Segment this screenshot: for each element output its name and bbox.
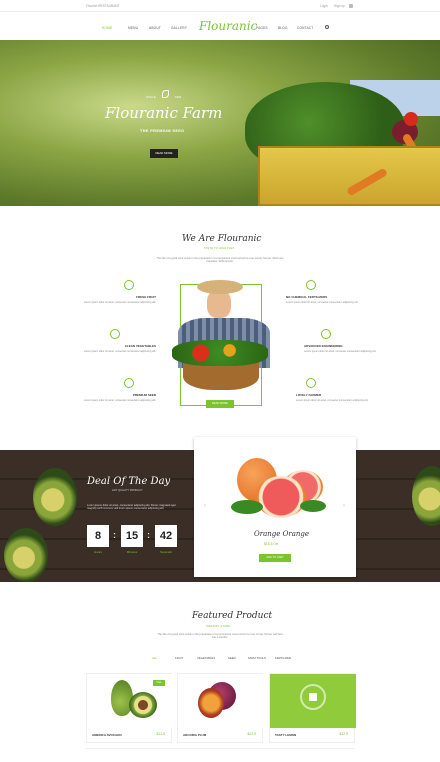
feature-fresh-fruit: FRESH FRUIT Lorem ipsum dolor sit amet, … bbox=[36, 295, 156, 305]
featured-title: Featured Product bbox=[192, 611, 273, 621]
farmer-icon bbox=[306, 378, 316, 388]
about-title: We Are Flouranic bbox=[182, 234, 262, 244]
product-name: ARCOIRA PLUM bbox=[183, 733, 207, 737]
tab-fertilizer[interactable]: FERTILIZER bbox=[275, 656, 291, 660]
hero-since: SINCE bbox=[146, 95, 157, 99]
top-bar: Flourish RESTAURANT Login Sign up bbox=[0, 0, 440, 12]
nav-pages[interactable]: PAGES bbox=[256, 26, 268, 30]
hero-crate-image bbox=[258, 146, 440, 206]
hero-tomato-image bbox=[404, 112, 418, 126]
welcome-text: Flourish RESTAURANT bbox=[86, 4, 120, 8]
product-card-lemon[interactable]: TASTY LEMON $12.9 bbox=[269, 673, 356, 743]
search-icon[interactable] bbox=[325, 25, 329, 29]
feature-text: Lorem ipsum dolor sit amet, consectet co… bbox=[83, 350, 156, 354]
hero-read-more-button[interactable]: READ MORE bbox=[150, 149, 178, 158]
deal-product-price: $15.5 / lb bbox=[264, 542, 278, 546]
farmer-hat bbox=[197, 280, 243, 294]
countdown-seconds-label: Seconds bbox=[160, 550, 172, 554]
nav-gallery[interactable]: GALLERY bbox=[171, 26, 187, 30]
product-price: $12.9 bbox=[247, 732, 257, 736]
tab-seed[interactable]: SEED bbox=[228, 656, 236, 660]
chevron-left-icon[interactable]: ‹ bbox=[204, 503, 206, 509]
about-read-more-button[interactable]: READ MORE bbox=[206, 400, 234, 408]
deal-product-name: Orange Orange bbox=[254, 530, 310, 538]
hero-year: 1994 bbox=[175, 95, 182, 99]
feature-title: NO CHEMICAL FERTILIZERS bbox=[286, 295, 328, 299]
product-price: $12.9 bbox=[156, 732, 166, 736]
feature-title: LOVELY FARMER bbox=[296, 393, 322, 397]
leaf-decoration bbox=[300, 500, 326, 512]
feature-text: Lorem ipsum dolor sit amet, consectet co… bbox=[83, 399, 156, 403]
deal-paragraph: Lorem ipsum dolor sit amet, consectetur … bbox=[87, 504, 176, 511]
countdown-hours-label: Hours bbox=[93, 550, 102, 554]
featured-subtitle: ORGANIC STORE bbox=[206, 625, 231, 628]
countdown-seconds: 42 bbox=[155, 525, 177, 547]
feature-title: PREMIUM SEED bbox=[132, 393, 156, 397]
countdown-minutes: 15 bbox=[121, 525, 143, 547]
avocado-image bbox=[4, 528, 48, 582]
feature-premium-seed: PREMIUM SEED Lorem ipsum dolor sit amet,… bbox=[36, 393, 156, 403]
tab-farm-tools[interactable]: FARM TOOLS bbox=[248, 656, 266, 660]
countdown-hours: 8 bbox=[87, 525, 109, 547]
engineering-icon bbox=[321, 329, 331, 339]
nav-home[interactable]: HOME bbox=[102, 26, 112, 30]
countdown-minutes-label: Minutes bbox=[126, 550, 138, 554]
feature-text: Lorem ipsum dolor sit amet, consectet co… bbox=[296, 399, 369, 403]
farmer-face bbox=[207, 290, 231, 318]
feature-title: ADVANCED ENGINEERING bbox=[304, 344, 343, 348]
main-nav: HOME MENU ABOUT GALLERY Flouranic PAGES … bbox=[0, 12, 440, 40]
product-price: $12.9 bbox=[339, 732, 349, 736]
feature-clean-vegetables: CLEAN VEGETABLES Lorem ipsum dolor sit a… bbox=[36, 344, 156, 354]
cart-icon[interactable] bbox=[349, 3, 353, 8]
product-image bbox=[270, 674, 356, 728]
countdown-separator: : bbox=[113, 530, 116, 540]
hero-subtitle: THE PREMIUM SEED bbox=[140, 129, 185, 133]
product-name: AMERICA AVOCADO bbox=[92, 733, 122, 737]
countdown-separator: : bbox=[147, 530, 150, 540]
signup-link[interactable]: Sign up bbox=[334, 4, 345, 8]
nav-about[interactable]: ABOUT bbox=[149, 26, 161, 30]
product-card-plum[interactable]: ARCOIRA PLUM $12.9 bbox=[177, 673, 264, 743]
feature-no-chemical: NO CHEMICAL FERTILIZERS Lorem ipsum dolo… bbox=[286, 295, 406, 305]
chevron-right-icon[interactable]: › bbox=[343, 503, 345, 509]
product-row-next bbox=[86, 748, 354, 762]
seed-icon bbox=[124, 378, 134, 388]
deal-subtitle: HOT QUALITY PRODUCT bbox=[112, 489, 143, 492]
login-link[interactable]: Login bbox=[320, 4, 328, 8]
hero-banner bbox=[0, 40, 440, 206]
new-badge: New bbox=[153, 680, 165, 686]
add-to-cart-button[interactable]: ADD TO CART bbox=[259, 554, 291, 562]
tab-all[interactable]: ALL bbox=[152, 656, 157, 660]
leaf-icon bbox=[162, 90, 169, 98]
deal-title: Deal Of The Day bbox=[87, 476, 171, 487]
tab-fruit[interactable]: FRUIT bbox=[175, 656, 183, 660]
vegetable-icon bbox=[110, 329, 120, 339]
leaf-decoration bbox=[231, 500, 263, 514]
fruit-icon bbox=[124, 280, 134, 290]
grapefruit-half-image bbox=[256, 476, 306, 518]
feature-lovely-farmer: LOVELY FARMER Lorem ipsum dolor sit amet… bbox=[296, 393, 416, 403]
feature-text: Lorem ipsum dolor sit amet, consectet co… bbox=[286, 301, 359, 305]
feature-text: Lorem ipsum dolor sit amet, consectet co… bbox=[83, 301, 156, 305]
flask-icon bbox=[306, 280, 316, 290]
about-paragraph: The title of a good work exists in the p… bbox=[156, 257, 284, 264]
site-logo[interactable]: Flouranic bbox=[199, 19, 257, 33]
cart-icon bbox=[309, 693, 317, 701]
feature-title: CLEAN VEGETABLES bbox=[124, 344, 156, 348]
feature-title: FRESH FRUIT bbox=[136, 295, 156, 299]
nav-contact[interactable]: CONTACT bbox=[297, 26, 314, 30]
hero-title: Flouranic Farm bbox=[105, 104, 223, 122]
featured-paragraph: The title of a good work exists in the p… bbox=[157, 633, 283, 640]
feature-text: Lorem ipsum dolor sit amet, consectet co… bbox=[304, 350, 377, 354]
product-image bbox=[178, 674, 264, 728]
avocado-image bbox=[33, 468, 77, 526]
product-name: TASTY LEMON bbox=[275, 733, 297, 737]
vegetables-image bbox=[172, 340, 268, 366]
nav-menu[interactable]: MENU bbox=[128, 26, 138, 30]
nav-blog[interactable]: BLOG bbox=[278, 26, 288, 30]
about-subtitle: TASTE TO HIGH FLEX bbox=[204, 247, 235, 250]
tab-vegetables[interactable]: VEGETABLES bbox=[197, 656, 215, 660]
feature-advanced-engineering: ADVANCED ENGINEERING Lorem ipsum dolor s… bbox=[304, 344, 424, 354]
